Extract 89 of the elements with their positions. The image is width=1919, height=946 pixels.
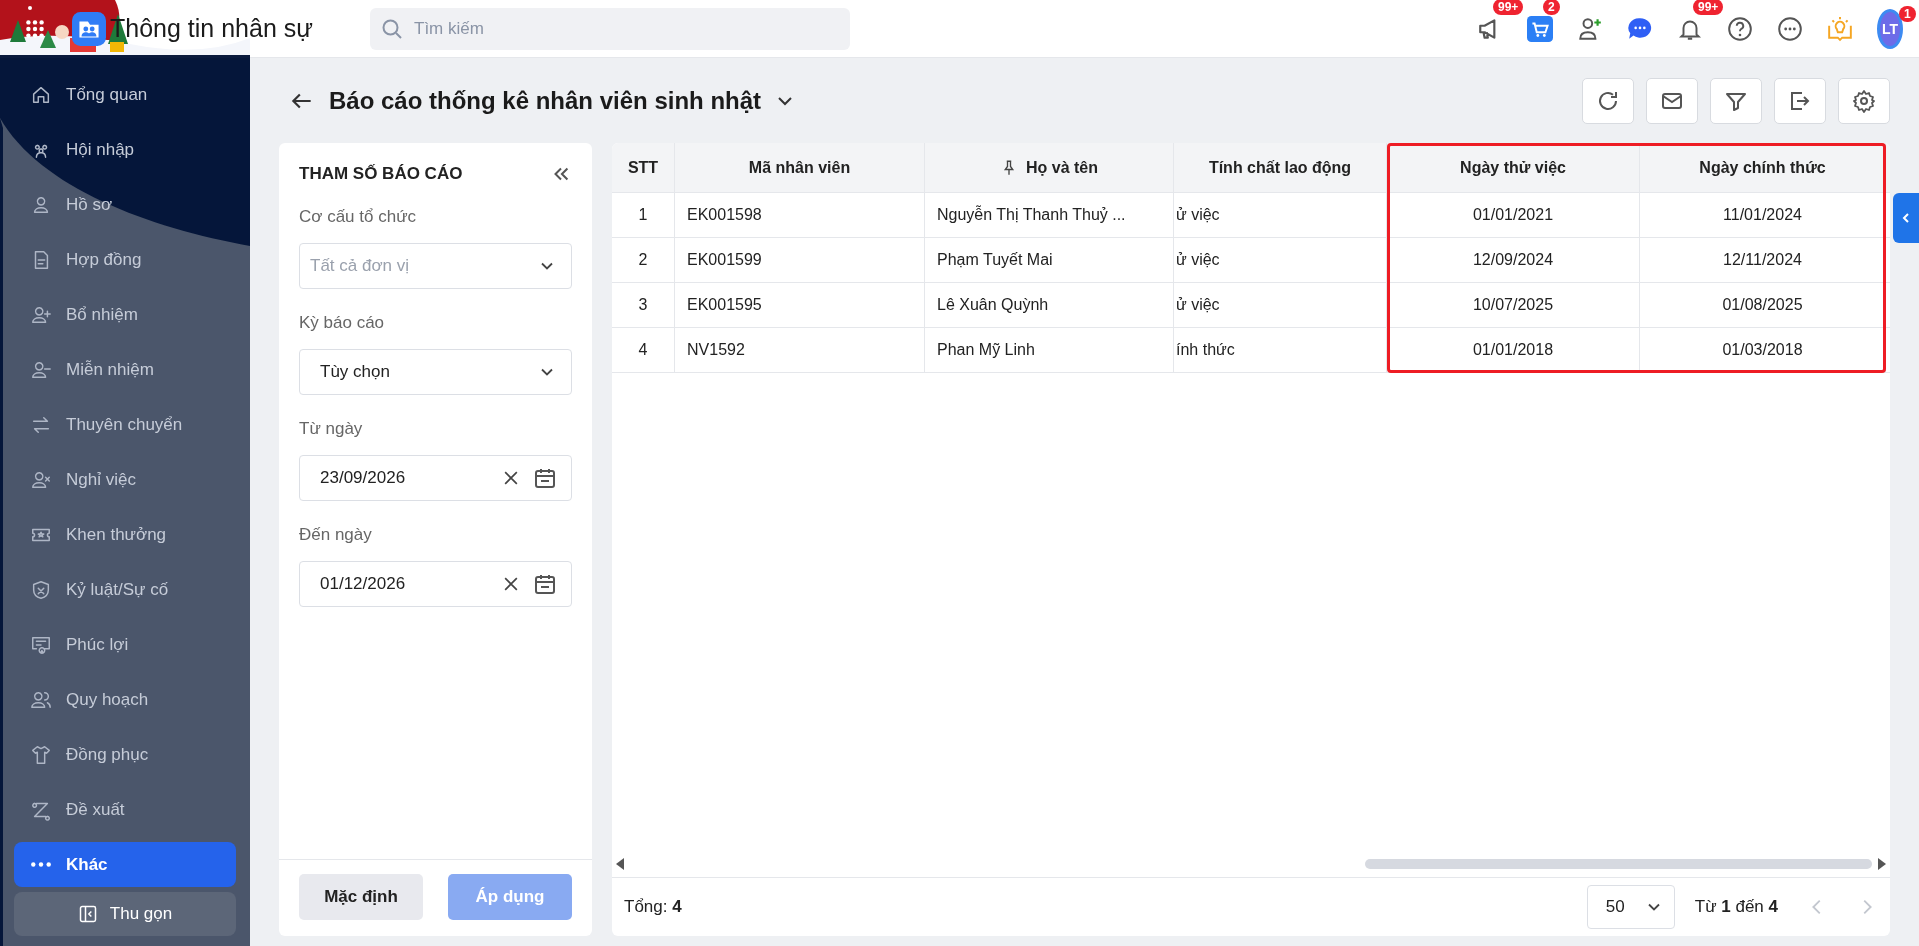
page-range: Từ 1 đến 4 [1694, 897, 1778, 917]
table-cell: ử việc [1174, 283, 1387, 327]
table-cell: NV1592 [675, 328, 925, 372]
column-header[interactable]: Tính chất lao động [1174, 143, 1387, 192]
table-cell: Phạm Tuyết Mai [925, 238, 1174, 282]
app-logo-icon [72, 11, 106, 46]
sidebar-item[interactable]: Khác [14, 842, 236, 887]
table-cell: 01/08/2025 [1640, 283, 1886, 327]
sidebar-item[interactable]: Quy hoạch [14, 677, 236, 722]
settings-button[interactable] [1838, 77, 1890, 124]
field-value: 01/12/2026 [320, 574, 407, 594]
help-icon[interactable] [1727, 15, 1753, 42]
table-cell: 1 [612, 193, 675, 237]
table-cell: 2 [612, 238, 675, 282]
table-cell: Nguyễn Thị Thanh Thuỷ ... [925, 193, 1174, 237]
table-cell: ử việc [1174, 238, 1387, 282]
avatar[interactable]: LT [1877, 8, 1903, 49]
sidebar-item[interactable]: Hồ sơ [14, 182, 236, 227]
table-cell: EK001598 [675, 193, 925, 237]
sidebar-item[interactable]: Hội nhập [14, 127, 236, 172]
date-field[interactable]: 01/12/2026 [299, 561, 572, 607]
settings-icon [1852, 88, 1876, 113]
apps-grid-icon[interactable] [24, 17, 46, 40]
sidebar-item[interactable]: Đồng phục [14, 732, 236, 777]
default-button[interactable]: Mặc định [299, 874, 423, 920]
date-field[interactable]: 23/09/2026 [299, 455, 572, 501]
table-cell: 3 [612, 283, 675, 327]
field-value: Tùy chọn [320, 362, 391, 382]
table-cell: 12/09/2024 [1387, 238, 1640, 282]
count-badge: 99+ [1493, 0, 1524, 15]
field-value: 23/09/2026 [320, 468, 407, 488]
collapse-icon [77, 904, 98, 924]
sidebar-item[interactable]: Khen thưởng [14, 512, 236, 557]
select-field[interactable]: Tùy chọn [299, 349, 572, 395]
sidebar-item[interactable]: Thuyên chuyển [14, 402, 236, 447]
table-cell: 12/11/2024 [1640, 238, 1886, 282]
column-header[interactable]: STT [612, 143, 675, 192]
column-header[interactable]: Mã nhân viên [675, 143, 925, 192]
table-cell: ính thức [1174, 328, 1387, 372]
sidebar-item[interactable]: Bổ nhiệm [14, 292, 236, 337]
refresh-button[interactable] [1582, 77, 1634, 124]
sidebar-item[interactable]: Kỷ luật/Sự cố [14, 567, 236, 612]
email-button[interactable] [1646, 77, 1698, 124]
cart-icon[interactable] [1527, 15, 1553, 42]
table-cell: Phan Mỹ Linh [925, 328, 1174, 372]
table-cell: EK001595 [675, 283, 925, 327]
export-button[interactable] [1774, 77, 1826, 124]
sidebar-item[interactable]: Hợp đồng [14, 237, 236, 282]
field-placeholder: Tất cả đơn vị [310, 256, 411, 276]
column-header[interactable]: Ngày chính thức [1640, 143, 1886, 192]
field-label: Đến ngày [299, 525, 373, 545]
side-panel-tab[interactable] [1893, 193, 1919, 243]
sidebar-item[interactable]: Nghỉ việc [14, 457, 236, 502]
count-badge: 99+ [1693, 0, 1724, 15]
table-cell: 01/01/2021 [1387, 193, 1640, 237]
collapse-button[interactable]: Thu gọn [14, 892, 236, 936]
panel-title: THAM SỐ BÁO CÁO [299, 164, 463, 184]
calendar-icon[interactable] [533, 466, 557, 490]
field-label: Kỳ báo cáo [299, 313, 386, 333]
table-cell: 10/07/2025 [1387, 283, 1640, 327]
table-cell: 11/01/2024 [1640, 193, 1886, 237]
add-user-icon[interactable] [1577, 15, 1603, 42]
count-badge: 2 [1543, 0, 1560, 15]
calendar-icon[interactable] [533, 572, 557, 596]
select-field[interactable]: Tất cả đơn vị [299, 243, 572, 289]
total-count: Tổng: 4 [624, 897, 682, 917]
table-cell: EK001599 [675, 238, 925, 282]
field-label: Cơ cấu tổ chức [299, 207, 418, 227]
sidebar-item[interactable]: Phúc lợi [14, 622, 236, 667]
table-cell: Lê Xuân Quỳnh [925, 283, 1174, 327]
sidebar-item[interactable]: Tổng quan [14, 72, 236, 117]
field-label: Từ ngày [299, 419, 364, 439]
table-cell: 4 [612, 328, 675, 372]
table-cell: 01/03/2018 [1640, 328, 1886, 372]
sidebar-item[interactable]: Đề xuất [14, 787, 236, 832]
table-cell: 01/01/2018 [1387, 328, 1640, 372]
menu-icon [30, 578, 52, 601]
column-header[interactable]: Họ và tên [925, 143, 1174, 192]
column-header[interactable]: Ngày thử việc [1387, 143, 1640, 192]
table-cell: ử việc [1174, 193, 1387, 237]
page-size-select[interactable]: 50 [1586, 885, 1675, 929]
more-icon[interactable] [1777, 15, 1803, 42]
page-title: Báo cáo thống kê nhân viên sinh nhật [329, 86, 762, 115]
filter-button[interactable] [1710, 77, 1762, 124]
menu-icon [30, 743, 52, 766]
search-field[interactable]: Tìm kiếm [370, 7, 850, 50]
more-icon [30, 861, 52, 868]
count-badge: 1 [1899, 5, 1916, 22]
sidebar-item[interactable]: Miễn nhiệm [14, 347, 236, 392]
